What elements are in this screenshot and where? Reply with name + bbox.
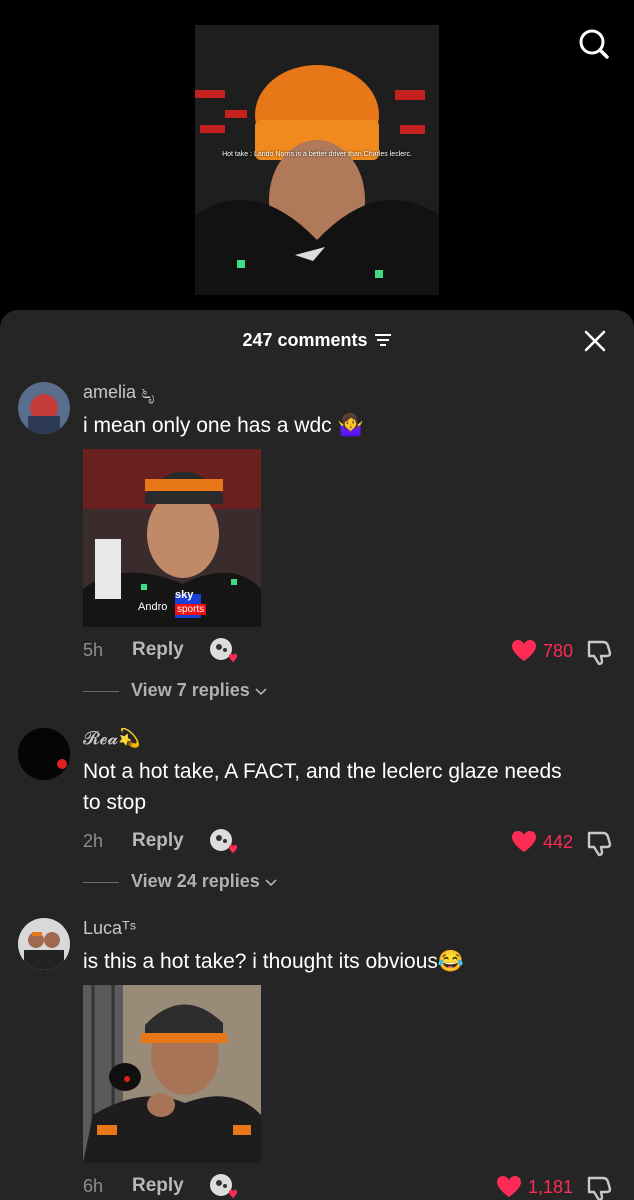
video-image [195, 25, 439, 295]
comment-username[interactable]: amelia ೬ೃ [83, 382, 154, 403]
video-thumbnail[interactable]: Hot take : Lando Norris is a better driv… [195, 25, 439, 295]
avatar[interactable] [18, 918, 70, 970]
creator-liked-icon [209, 1172, 239, 1200]
heart-icon [511, 640, 536, 661]
dislike-button[interactable] [585, 829, 613, 857]
chevron-down-icon [255, 688, 267, 696]
comment-text: is this a hot take? i thought its obviou… [83, 950, 465, 973]
reply-button[interactable]: Reply [132, 830, 184, 852]
comment-username[interactable]: Lucaᵀˢ [83, 918, 136, 939]
heart-icon [511, 831, 536, 852]
search-button[interactable] [574, 24, 614, 64]
creator-liked-icon [209, 636, 239, 666]
comment-time: 2h [83, 831, 104, 851]
reply-button[interactable]: Reply [132, 639, 184, 661]
comment-text: Not a hot take, A FACT, and the leclerc … [83, 760, 562, 814]
comment-actions: 6h Reply 1,181 [83, 1172, 613, 1200]
comment-item: amelia ೬ೃ i mean only one has a wdc 🤷‍♀️… [0, 378, 634, 698]
dislike-button[interactable] [585, 1174, 613, 1200]
dislike-icon [587, 640, 612, 666]
image-logo: sports [175, 604, 207, 615]
like-count: 442 [542, 831, 573, 852]
video-caption: Hot take : Lando Norris is a better driv… [222, 151, 412, 158]
comment-text: i mean only one has a wdc 🤷‍♀️ [83, 414, 364, 437]
like-button[interactable]: 780 [511, 638, 573, 664]
view-replies-button[interactable]: View 24 replies [83, 871, 277, 892]
like-button[interactable]: 442 [511, 829, 573, 855]
creator-liked-icon [209, 827, 239, 857]
close-icon [584, 330, 606, 352]
comment-time: 5h [83, 640, 104, 660]
comment-count[interactable]: 247 comments [0, 330, 634, 352]
image-logo: sky [175, 589, 194, 601]
divider [83, 881, 119, 883]
like-button[interactable]: 1,181 [496, 1174, 573, 1200]
dislike-icon [587, 831, 612, 857]
image-text: Andro [138, 601, 168, 613]
comment-image[interactable] [83, 985, 261, 1163]
comment-count-label: 247 comments [242, 330, 368, 350]
chevron-down-icon [265, 879, 277, 887]
avatar[interactable] [18, 382, 70, 434]
comments-sheet: 247 comments amelia ೬ೃ i mean only one h… [0, 310, 634, 1200]
comments-header: 247 comments [0, 310, 634, 372]
close-button[interactable] [582, 328, 608, 354]
comment-username[interactable]: 𝓡𝓮𝓪💫 [83, 728, 141, 749]
search-icon [579, 29, 609, 59]
dislike-button[interactable] [585, 638, 613, 666]
like-count: 1,181 [527, 1176, 573, 1197]
view-replies-label: View 7 replies [131, 680, 250, 700]
comment-time: 6h [83, 1176, 104, 1196]
avatar[interactable] [18, 728, 70, 780]
comment-item: Lucaᵀˢ is this a hot take? i thought its… [0, 916, 634, 1200]
sort-icon[interactable] [374, 331, 392, 352]
view-replies-button[interactable]: View 7 replies [83, 680, 267, 701]
comment-item: 𝓡𝓮𝓪💫 Not a hot take, A FACT, and the lec… [0, 726, 634, 886]
like-count: 780 [542, 640, 573, 661]
comment-image[interactable]: sky sports Andro [83, 449, 261, 627]
comment-actions: 2h Reply 442 [83, 827, 613, 857]
view-replies-label: View 24 replies [131, 871, 260, 891]
divider [83, 690, 119, 692]
dislike-icon [587, 1176, 612, 1200]
reply-button[interactable]: Reply [132, 1175, 184, 1197]
heart-icon [496, 1176, 521, 1197]
comment-actions: 5h Reply 780 [83, 636, 613, 666]
